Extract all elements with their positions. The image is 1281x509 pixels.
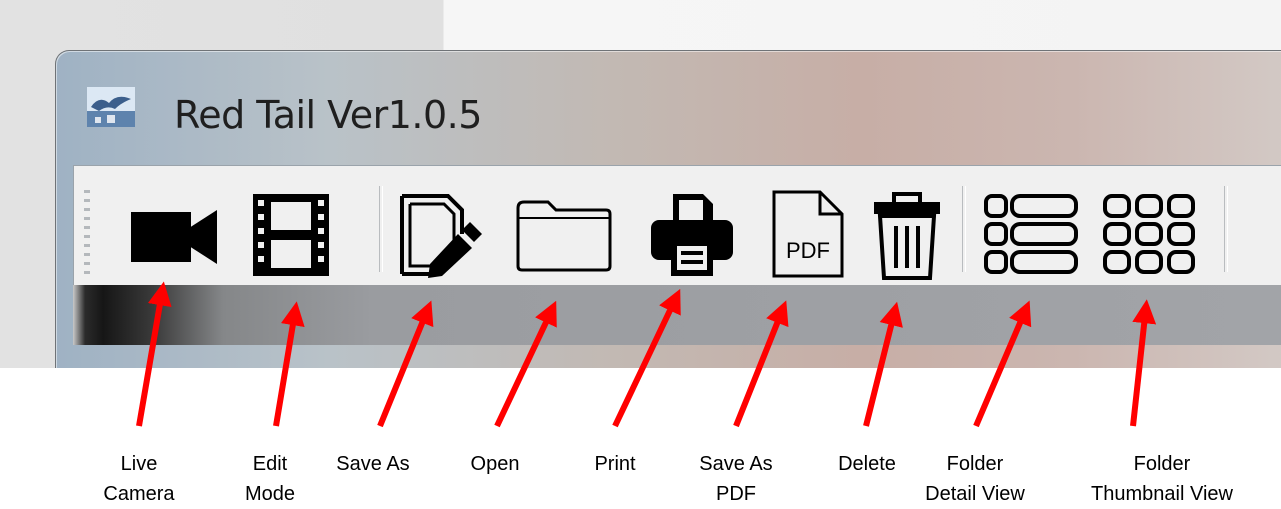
label-edit-mode: Edit Mode — [244, 453, 296, 505]
arrow-folder-detail-view — [973, 300, 1032, 428]
label-open: Open — [470, 453, 520, 475]
arrow-open — [494, 300, 557, 428]
arrow-edit-mode — [273, 301, 305, 427]
arrow-print — [612, 288, 681, 428]
label-folder-thumbnail-view: Folder Thumbnail View — [1091, 453, 1233, 505]
label-save-as: Save As — [336, 453, 410, 475]
label-live-camera: Live Camera — [103, 453, 175, 505]
label-save-as-pdf: Save As PDF — [699, 453, 773, 505]
arrow-delete — [863, 301, 903, 427]
arrow-save-as-pdf — [733, 300, 789, 428]
arrow-live-camera — [136, 281, 172, 427]
label-delete: Delete — [838, 453, 896, 475]
annotation-arrows — [136, 281, 1157, 428]
label-folder-detail-view: Folder Detail View — [925, 453, 1025, 505]
arrow-save-as — [377, 300, 434, 428]
arrow-folder-thumbnail-view — [1130, 299, 1157, 427]
label-print: Print — [594, 453, 636, 475]
